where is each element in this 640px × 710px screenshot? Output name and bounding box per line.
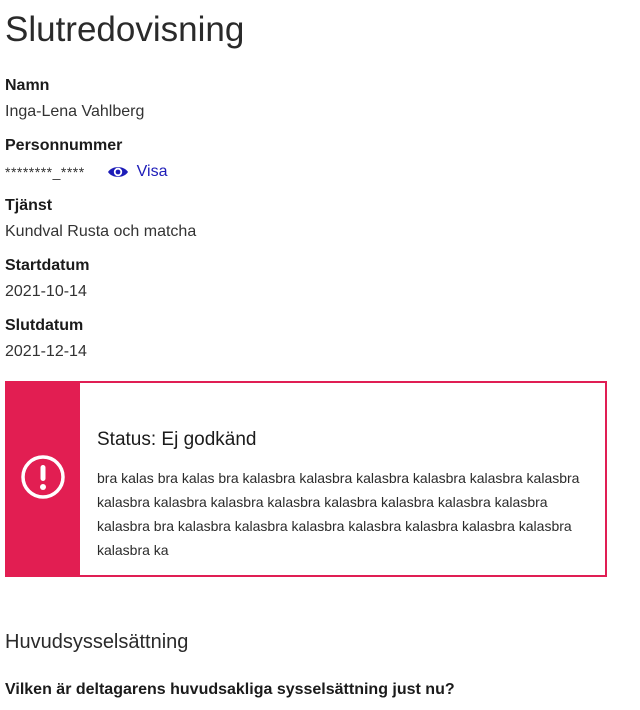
section-title: Huvudsysselsättning [5, 631, 189, 653]
eye-icon [107, 165, 129, 179]
field-value-namn: Inga-Lena Vahlberg [5, 103, 145, 120]
field-personnummer: Personnummer ********_**** Visa [5, 136, 605, 182]
question-label: Vilken är deltagarens huvudsakliga sysse… [5, 681, 455, 698]
field-value-startdatum: 2021-10-14 [5, 283, 87, 300]
field-label-slutdatum: Slutdatum [5, 317, 84, 334]
field-startdatum: Startdatum 2021-10-14 [5, 256, 605, 302]
field-namn: Namn Inga-Lena Vahlberg [5, 76, 605, 122]
field-value-slutdatum: 2021-12-14 [5, 343, 87, 360]
field-label-startdatum: Startdatum [5, 257, 90, 274]
field-tjanst: Tjänst Kundval Rusta och matcha [5, 196, 605, 242]
status-text: bra kalas bra kalas bra kalasbra kalasbr… [97, 470, 580, 558]
field-slutdatum: Slutdatum 2021-12-14 [5, 316, 605, 362]
field-label-namn: Namn [5, 77, 50, 94]
exclamation-circle-icon [20, 454, 66, 505]
field-label-personnummer: Personnummer [5, 137, 123, 154]
personnummer-row: ********_**** Visa [5, 162, 605, 182]
field-value-tjanst: Kundval Rusta och matcha [5, 223, 197, 240]
status-title: Status: Ej godkänd [97, 429, 257, 450]
field-value-personnummer: ********_**** [5, 164, 85, 180]
field-label-tjanst: Tjänst [5, 197, 53, 214]
status-alert: Status: Ej godkänd bra kalas bra kalas b… [5, 381, 607, 577]
show-personnummer-button[interactable]: Visa [107, 162, 168, 182]
status-content: Status: Ej godkänd bra kalas bra kalas b… [80, 383, 605, 575]
status-stripe [5, 381, 80, 577]
show-personnummer-label: Visa [136, 163, 168, 180]
page-title: Slutredovisning [5, 10, 245, 49]
